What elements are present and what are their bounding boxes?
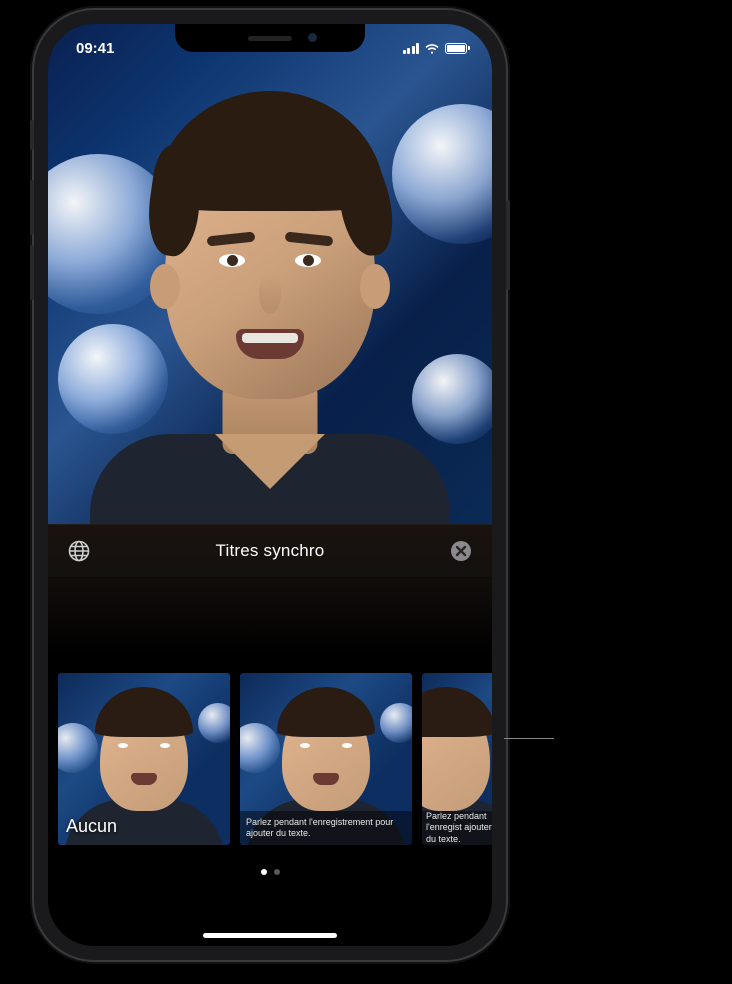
panel-header: Titres synchro	[48, 524, 492, 578]
wifi-icon	[424, 42, 440, 54]
background-element	[392, 104, 492, 244]
volume-down-button[interactable]	[30, 245, 34, 300]
page-dot-active	[261, 869, 267, 875]
title-style-carousel[interactable]: Aucun Parlez pendant l'enregistrement po…	[48, 673, 492, 859]
battery-icon	[445, 43, 470, 54]
subject-face	[165, 119, 375, 399]
phone-frame: 09:41	[34, 10, 506, 960]
title-style-standard[interactable]: Parlez pendant l'enregistrement pour ajo…	[240, 673, 412, 845]
clip-viewer[interactable]	[48, 24, 492, 524]
screen: 09:41	[48, 24, 492, 946]
panel-spacer	[48, 578, 492, 673]
annotation-callout-line	[504, 738, 554, 739]
volume-up-button[interactable]	[30, 180, 34, 235]
title-style-none-label: Aucun	[66, 816, 117, 837]
title-style-caption: Parlez pendant l'enregistrement pour ajo…	[240, 811, 412, 845]
background-element	[58, 324, 168, 434]
title-style-caption: Parlez pendant l'enregist ajouter du tex…	[422, 811, 492, 845]
front-camera	[308, 33, 317, 42]
language-button[interactable]	[64, 536, 94, 566]
title-style-next[interactable]: Parlez pendant l'enregist ajouter du tex…	[422, 673, 492, 845]
panel-title: Titres synchro	[94, 541, 446, 561]
globe-icon	[67, 539, 91, 563]
speaker-grill	[248, 36, 292, 41]
title-style-none[interactable]: Aucun	[58, 673, 230, 845]
close-button[interactable]	[446, 536, 476, 566]
page-dot	[274, 869, 280, 875]
home-indicator[interactable]	[203, 933, 337, 938]
mute-switch[interactable]	[30, 120, 34, 150]
cellular-signal-icon	[403, 43, 420, 54]
notch	[175, 24, 365, 52]
carousel-page-indicator	[48, 862, 492, 882]
close-icon	[449, 539, 473, 563]
background-element	[412, 354, 492, 444]
power-button[interactable]	[506, 200, 510, 290]
